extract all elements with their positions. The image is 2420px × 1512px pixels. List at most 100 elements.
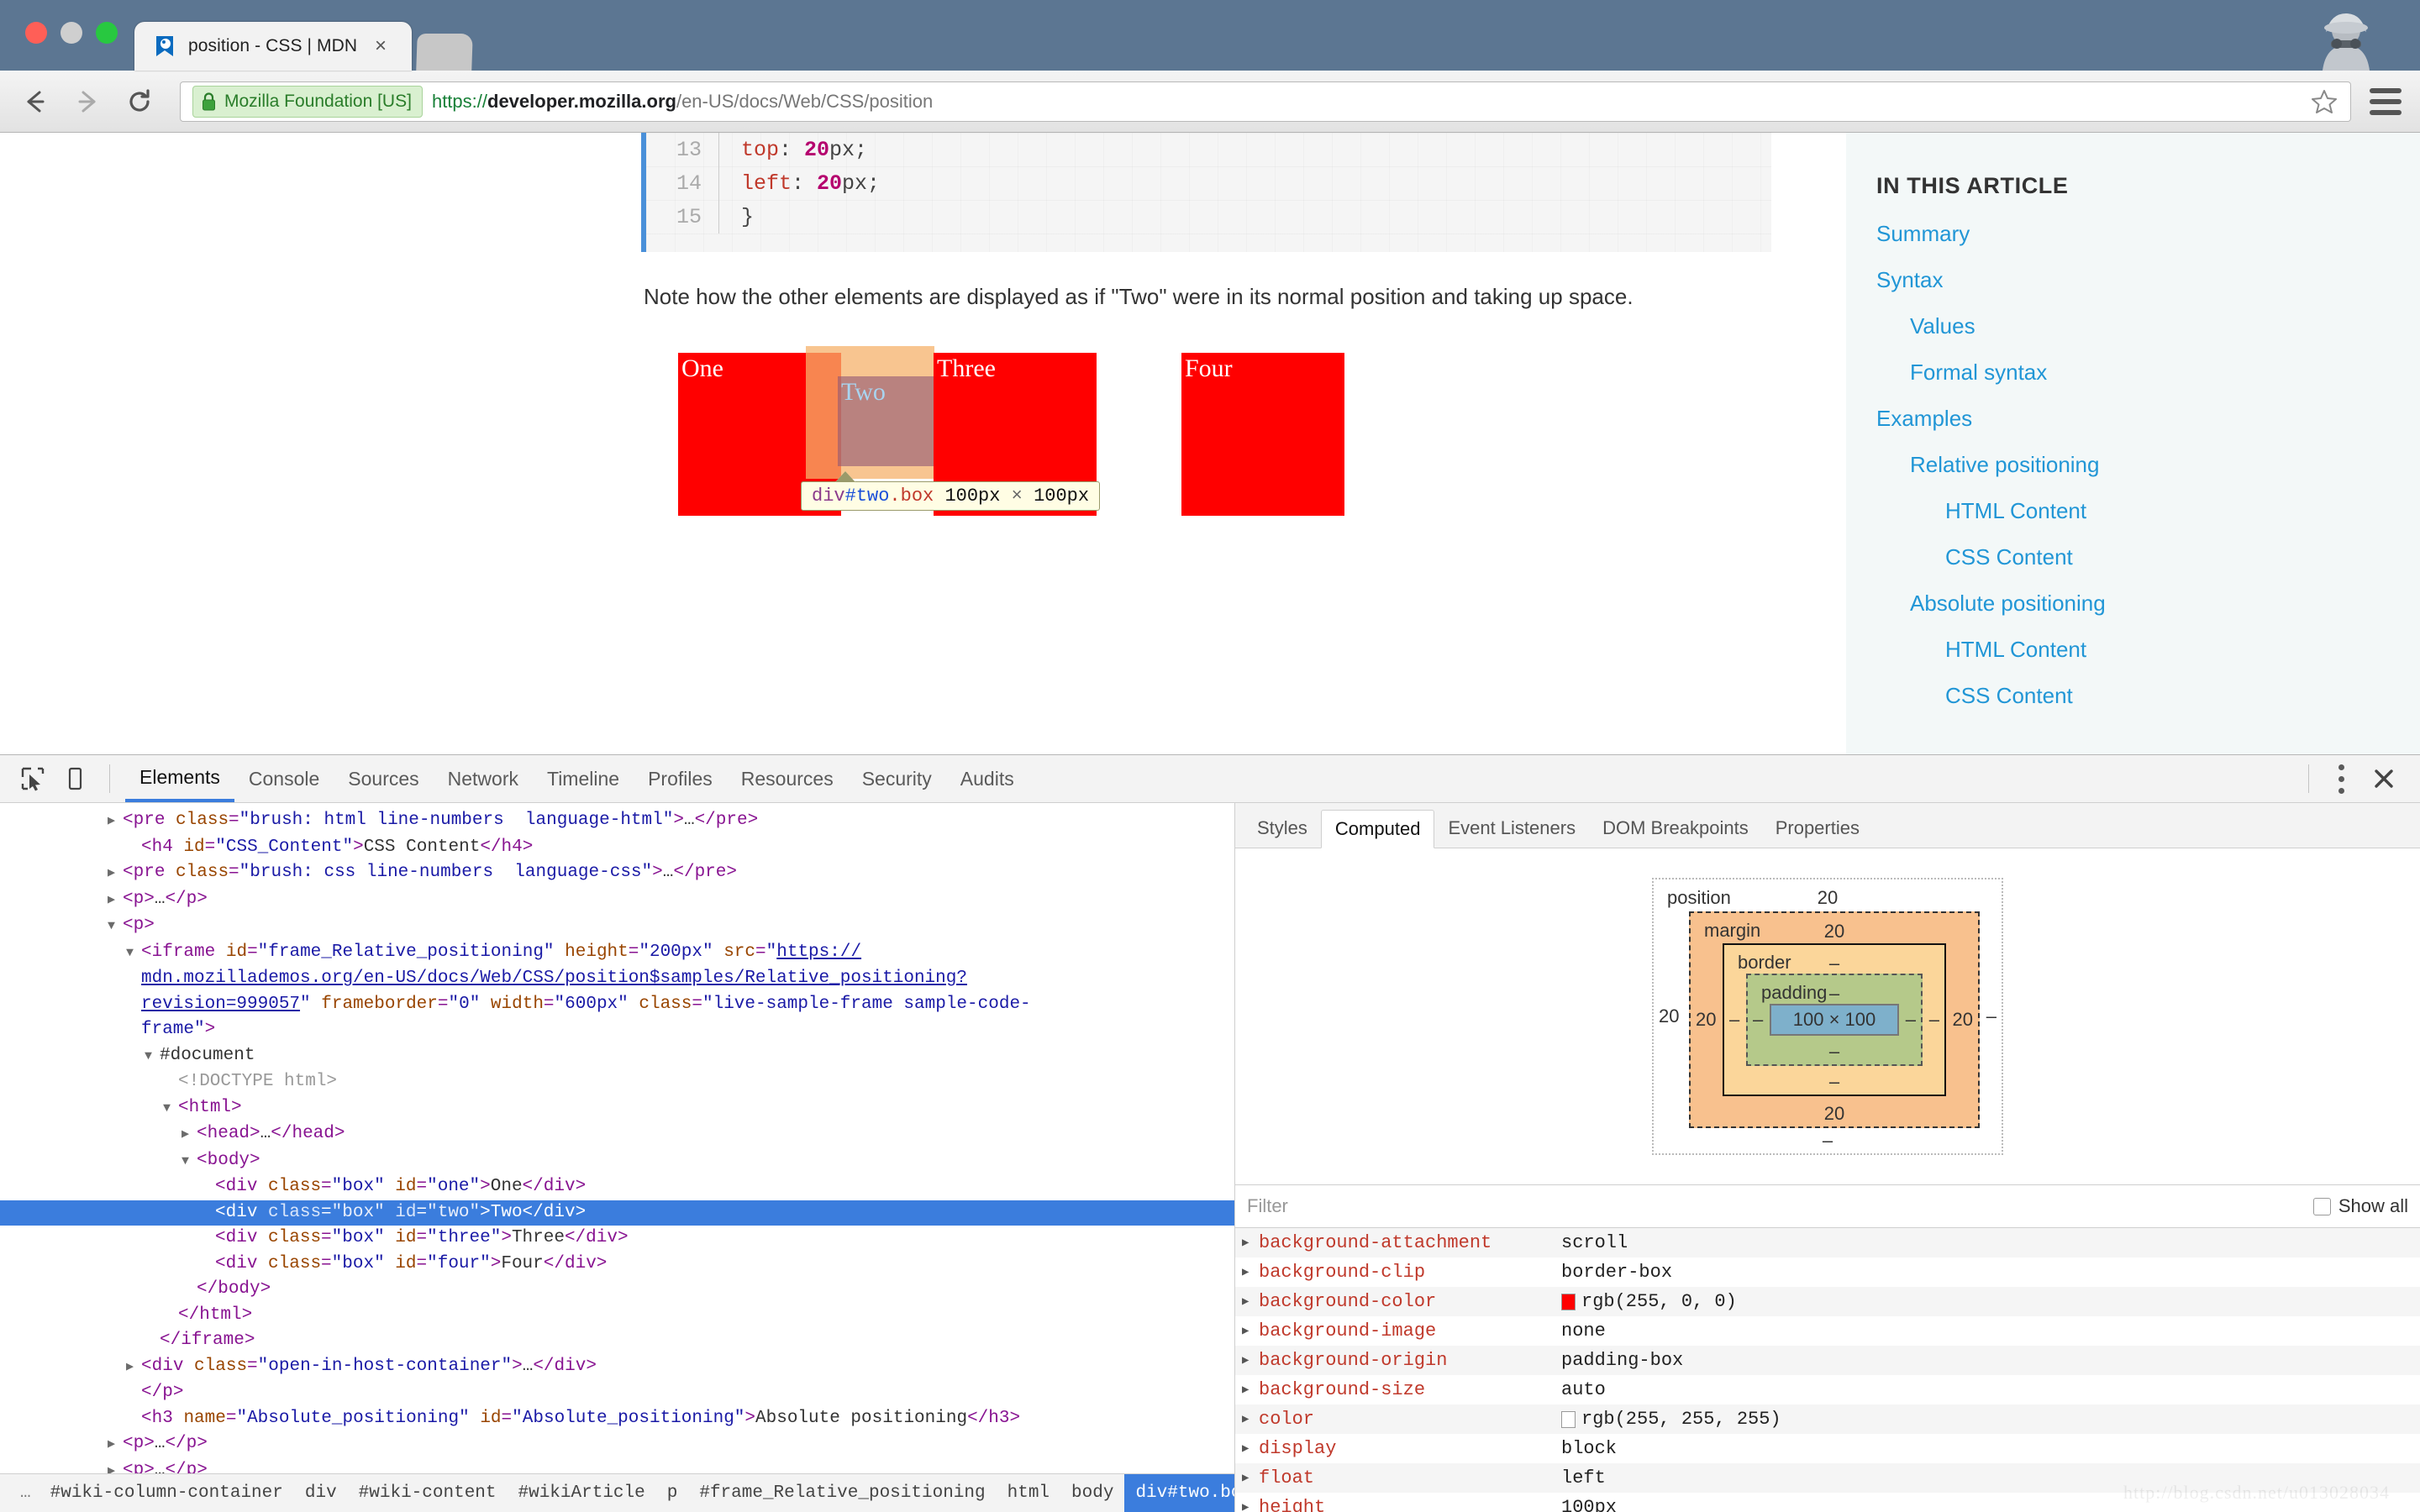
dom-node[interactable]: <pre class="brush: html line-numbers lan… <box>0 808 1234 835</box>
dom-node[interactable]: </iframe> <box>0 1328 1234 1354</box>
disclosure-triangle-icon[interactable] <box>108 860 123 887</box>
minimize-window-button[interactable] <box>60 22 82 44</box>
disclosure-triangle-icon[interactable]: ▶ <box>1242 1353 1259 1368</box>
new-tab-button[interactable] <box>416 34 473 71</box>
computed-property-row[interactable]: ▶displayblock <box>1235 1434 2420 1463</box>
toc-link-html-content[interactable]: HTML Content <box>1876 498 2420 524</box>
padding-left-value[interactable]: – <box>1753 1009 1763 1031</box>
border-bottom-value[interactable]: – <box>1829 1071 1839 1093</box>
toc-link-css-content[interactable]: CSS Content <box>1876 544 2420 570</box>
toc-link-html-content[interactable]: HTML Content <box>1876 637 2420 663</box>
computed-property-row[interactable]: ▶background-sizeauto <box>1235 1375 2420 1404</box>
dom-node[interactable]: <html> <box>0 1095 1234 1122</box>
maximize-window-button[interactable] <box>96 22 118 44</box>
close-window-button[interactable] <box>25 22 47 44</box>
toc-link-syntax[interactable]: Syntax <box>1876 267 2420 293</box>
position-bottom-value[interactable]: – <box>1823 1130 1833 1152</box>
disclosure-triangle-icon[interactable]: ▶ <box>1242 1441 1259 1456</box>
breadcrumb-item[interactable]: #wiki-column-container <box>39 1474 294 1512</box>
toc-link-formal-syntax[interactable]: Formal syntax <box>1876 360 2420 386</box>
inspect-element-icon[interactable] <box>13 759 52 798</box>
dom-node[interactable]: <!DOCTYPE html> <box>0 1069 1234 1095</box>
disclosure-triangle-icon[interactable]: ▶ <box>1242 1236 1259 1250</box>
padding-bottom-value[interactable]: – <box>1829 1041 1839 1063</box>
computed-property-row[interactable]: ▶height100px <box>1235 1493 2420 1512</box>
position-left-value[interactable]: 20 <box>1659 1005 1679 1027</box>
disclosure-triangle-icon[interactable] <box>182 1121 197 1148</box>
dom-node[interactable]: revision=999057" frameborder="0" width="… <box>0 992 1234 1018</box>
disclosure-triangle-icon[interactable] <box>163 1095 178 1122</box>
box-model-content-layer[interactable]: 100 × 100 <box>1770 1004 1899 1036</box>
breadcrumb-item[interactable]: p <box>656 1474 689 1512</box>
dom-tree-panel[interactable]: <pre class="brush: html line-numbers lan… <box>0 803 1235 1512</box>
dom-node[interactable]: <div class="box" id="one">One</div> <box>0 1174 1234 1200</box>
styles-tab-event-listeners[interactable]: Event Listeners <box>1434 809 1589 848</box>
dom-node[interactable]: </p> <box>0 1380 1234 1406</box>
toc-link-summary[interactable]: Summary <box>1876 221 2420 247</box>
computed-property-row[interactable]: ▶background-clipborder-box <box>1235 1257 2420 1287</box>
dom-node[interactable]: </html> <box>0 1303 1234 1329</box>
forward-button[interactable] <box>71 85 104 118</box>
close-icon[interactable] <box>2361 759 2407 798</box>
devtools-tab-resources[interactable]: Resources <box>727 755 848 802</box>
filter-input[interactable]: Filter <box>1247 1195 2313 1217</box>
color-swatch-icon[interactable] <box>1561 1411 1576 1428</box>
styles-tab-properties[interactable]: Properties <box>1762 809 1873 848</box>
device-toolbar-icon[interactable] <box>55 759 94 798</box>
disclosure-triangle-icon[interactable]: ▶ <box>1242 1383 1259 1397</box>
disclosure-triangle-icon[interactable]: ▶ <box>1242 1412 1259 1426</box>
styles-tab-styles[interactable]: Styles <box>1244 809 1321 848</box>
color-swatch-icon[interactable] <box>1561 1294 1576 1310</box>
breadcrumb-item[interactable]: #wiki-content <box>348 1474 508 1512</box>
show-all-toggle[interactable]: Show all <box>2313 1195 2408 1217</box>
computed-properties-list[interactable]: ▶background-attachmentscroll▶background-… <box>1235 1228 2420 1512</box>
dom-node[interactable]: <div class="box" id="four">Four</div> <box>0 1252 1234 1278</box>
dom-node[interactable]: </body> <box>0 1277 1234 1303</box>
disclosure-triangle-icon[interactable] <box>126 1354 141 1381</box>
dom-node[interactable]: <p> <box>0 913 1234 940</box>
disclosure-triangle-icon[interactable]: ▶ <box>1242 1471 1259 1485</box>
dom-node[interactable]: <div class="open-in-host-container">…</d… <box>0 1354 1234 1381</box>
breadcrumb-ellipsis[interactable]: … <box>8 1474 39 1512</box>
computed-property-row[interactable]: ▶floatleft <box>1235 1463 2420 1493</box>
dom-node[interactable]: <iframe id="frame_Relative_positioning" … <box>0 940 1234 967</box>
padding-right-value[interactable]: – <box>1906 1009 1916 1031</box>
computed-property-row[interactable]: ▶colorrgb(255, 255, 255) <box>1235 1404 2420 1434</box>
styles-tab-computed[interactable]: Computed <box>1321 810 1435 848</box>
toc-link-absolute-positioning[interactable]: Absolute positioning <box>1876 591 2420 617</box>
back-button[interactable] <box>18 85 52 118</box>
border-left-value[interactable]: – <box>1729 1009 1739 1031</box>
disclosure-triangle-icon[interactable] <box>182 1148 197 1175</box>
breadcrumb-item[interactable]: #wikiArticle <box>508 1474 656 1512</box>
chrome-menu-button[interactable] <box>2370 86 2402 118</box>
disclosure-triangle-icon[interactable] <box>108 887 123 914</box>
dom-node[interactable]: <p>…</p> <box>0 1431 1234 1458</box>
toc-link-relative-positioning[interactable]: Relative positioning <box>1876 452 2420 478</box>
devtools-tab-security[interactable]: Security <box>848 755 946 802</box>
disclosure-triangle-icon[interactable] <box>108 1431 123 1458</box>
address-bar[interactable]: Mozilla Foundation [US] https://develope… <box>180 81 2351 122</box>
kebab-menu-icon[interactable] <box>2321 759 2361 798</box>
styles-tab-dom-breakpoints[interactable]: DOM Breakpoints <box>1589 809 1762 848</box>
devtools-tab-elements[interactable]: Elements <box>125 755 234 802</box>
disclosure-triangle-icon[interactable] <box>126 940 141 967</box>
toc-link-values[interactable]: Values <box>1876 313 2420 339</box>
disclosure-triangle-icon[interactable]: ▶ <box>1242 1265 1259 1279</box>
margin-top-value[interactable]: 20 <box>1824 921 1844 942</box>
devtools-tab-network[interactable]: Network <box>434 755 533 802</box>
breadcrumb-item[interactable]: body <box>1060 1474 1124 1512</box>
margin-bottom-value[interactable]: 20 <box>1824 1103 1844 1125</box>
browser-tab[interactable]: position - CSS | MDN × <box>134 22 412 71</box>
devtools-tab-profiles[interactable]: Profiles <box>634 755 727 802</box>
disclosure-triangle-icon[interactable] <box>145 1043 160 1070</box>
position-top-value[interactable]: 20 <box>1818 887 1838 909</box>
bookmark-star-icon[interactable] <box>2310 87 2338 116</box>
show-all-checkbox-icon[interactable] <box>2313 1198 2331 1215</box>
position-right-value[interactable]: – <box>1986 1005 1996 1027</box>
site-security-chip[interactable]: Mozilla Foundation [US] <box>192 86 423 118</box>
dom-node[interactable]: <body> <box>0 1148 1234 1175</box>
toc-link-css-content[interactable]: CSS Content <box>1876 683 2420 709</box>
tab-close-icon[interactable]: × <box>371 36 390 56</box>
dom-node-selected[interactable]: <div class="box" id="two">Two</div> <box>0 1200 1234 1226</box>
border-right-value[interactable]: – <box>1929 1009 1939 1031</box>
